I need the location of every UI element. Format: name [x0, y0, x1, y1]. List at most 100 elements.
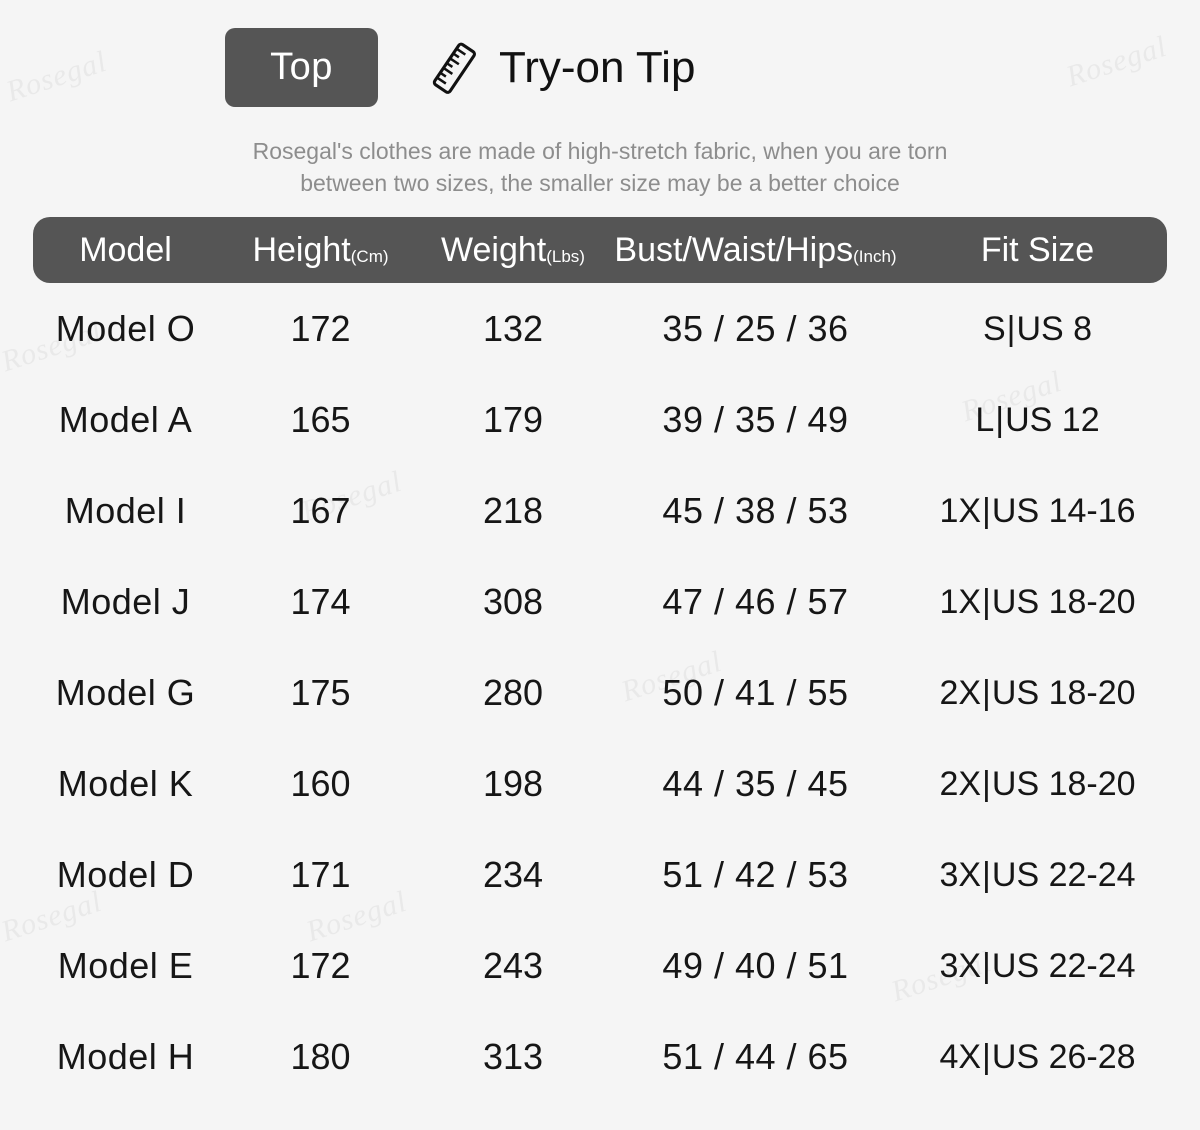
table-column-header-4: Fit Size: [908, 233, 1167, 267]
fit-size-us: US 26-28: [991, 1037, 1136, 1076]
cell-fit-size: L|US 12: [908, 403, 1167, 437]
fit-size-us: US 18-20: [991, 673, 1136, 712]
cell-model: Model D: [56, 853, 195, 895]
fit-size-letter: 3X: [939, 855, 982, 894]
table-row: Model J 174 308 47 / 46 / 57 1X|US 18-20: [33, 556, 1167, 647]
table-column-header-0: Model: [33, 233, 218, 267]
fit-size-us: US 18-20: [991, 582, 1136, 621]
cell-model: Model H: [56, 1035, 195, 1077]
column-header-label: Weight: [441, 231, 547, 269]
table-header-row: Model Height(Cm) Weight(Lbs) Bust/Waist/Hip…: [33, 217, 1167, 283]
cell-height: 174: [290, 580, 351, 622]
try-on-tip-group: Try-on Tip: [423, 37, 695, 99]
cell-weight: 243: [482, 944, 544, 986]
cell-weight: 198: [482, 762, 544, 804]
cell-model: Model J: [60, 580, 191, 622]
cell-bust-waist-hips: 49 / 40 / 51: [662, 944, 849, 986]
table-column-header-2: Weight(Lbs): [423, 233, 603, 267]
table-row: Model I 167 218 45 / 38 / 53 1X|US 14-16: [33, 465, 1167, 556]
cell-weight: 179: [482, 398, 544, 440]
cell-height: 160: [290, 762, 351, 804]
fit-size-separator: |: [982, 673, 991, 712]
fit-size-us: US 14-16: [991, 491, 1136, 530]
table-row: Model D 171 234 51 / 42 / 53 3X|US 22-24: [33, 829, 1167, 920]
fit-size-separator: |: [982, 1037, 991, 1076]
cell-height: 172: [290, 307, 351, 349]
fit-size-separator: |: [982, 946, 991, 985]
cell-fit-size: 4X|US 26-28: [908, 1040, 1167, 1074]
fit-size-separator: |: [982, 764, 991, 803]
cell-height: 172: [290, 944, 351, 986]
cell-bust-waist-hips: 51 / 42 / 53: [662, 853, 849, 895]
cell-bust-waist-hips: 35 / 25 / 36: [662, 307, 849, 349]
cell-fit-size: 2X|US 18-20: [908, 676, 1167, 710]
cell-bust-waist-hips: 51 / 44 / 65: [662, 1035, 849, 1077]
column-header-label: Model: [79, 231, 172, 269]
cell-model: Model I: [64, 489, 187, 531]
cell-weight: 313: [482, 1035, 544, 1077]
cell-bust-waist-hips: 39 / 35 / 49: [662, 398, 849, 440]
fit-size-us: US 22-24: [991, 946, 1136, 985]
table-column-header-3: Bust/Waist/Hips(Inch): [603, 233, 908, 267]
cell-model: Model O: [55, 307, 196, 349]
cell-height: 171: [290, 853, 351, 895]
cell-height: 180: [290, 1035, 351, 1077]
cell-fit-size: 3X|US 22-24: [908, 949, 1167, 983]
cell-model: Model A: [58, 398, 193, 440]
ruler-icon: [432, 42, 476, 94]
header-row: Top Try-on Tip: [0, 0, 1200, 135]
cell-bust-waist-hips: 47 / 46 / 57: [662, 580, 849, 622]
column-header-label: Height: [252, 231, 351, 269]
table-column-header-1: Height(Cm): [218, 233, 423, 267]
cell-model: Model G: [55, 671, 196, 713]
cell-bust-waist-hips: 45 / 38 / 53: [662, 489, 849, 531]
table-row: Model K 160 198 44 / 35 / 45 2X|US 18-20: [33, 738, 1167, 829]
column-header-unit: (Lbs): [546, 247, 585, 266]
fit-advice-line-1: Rosegal's clothes are made of high-stret…: [252, 138, 948, 164]
table-row: Model E 172 243 49 / 40 / 51 3X|US 22-24: [33, 920, 1167, 1011]
table-row: Model A 165 179 39 / 35 / 49 L|US 12: [33, 374, 1167, 465]
cell-fit-size: S|US 8: [908, 312, 1167, 346]
fit-size-letter: S: [982, 309, 1006, 348]
size-chart-table: Model Height(Cm) Weight(Lbs) Bust/Waist/Hip…: [33, 217, 1167, 1102]
cell-weight: 132: [482, 307, 544, 349]
fit-size-letter: 2X: [939, 673, 982, 712]
table-row: Model O 172 132 35 / 25 / 36 S|US 8: [33, 283, 1167, 374]
fit-size-letter: 4X: [939, 1037, 982, 1076]
fit-size-us: US 18-20: [991, 764, 1136, 803]
column-header-unit: (Cm): [350, 247, 389, 266]
fit-size-separator: |: [982, 855, 991, 894]
try-on-tip-title: Try-on Tip: [499, 42, 696, 92]
category-badge-top[interactable]: Top: [225, 28, 378, 107]
cell-height: 167: [290, 489, 351, 531]
category-badge-label: Top: [270, 46, 333, 88]
fit-size-separator: |: [982, 582, 991, 621]
fit-advice-line-2: between two sizes, the smaller size may …: [300, 170, 900, 196]
fit-size-us: US 12: [1005, 400, 1100, 439]
fit-size-letter: 2X: [939, 764, 982, 803]
cell-fit-size: 1X|US 14-16: [908, 494, 1167, 528]
cell-weight: 280: [482, 671, 544, 713]
cell-fit-size: 2X|US 18-20: [908, 767, 1167, 801]
cell-weight: 234: [482, 853, 544, 895]
fit-advice-text: Rosegal's clothes are made of high-stret…: [170, 135, 1030, 199]
fit-size-separator: |: [995, 400, 1005, 439]
cell-bust-waist-hips: 50 / 41 / 55: [662, 671, 849, 713]
column-header-label: Bust/Waist/Hips: [614, 231, 854, 269]
cell-bust-waist-hips: 44 / 35 / 45: [662, 762, 849, 804]
cell-height: 165: [290, 398, 351, 440]
fit-size-us: US 8: [1016, 309, 1093, 348]
column-header-unit: (Inch): [853, 247, 897, 266]
column-header-label: Fit Size: [980, 231, 1095, 269]
cell-weight: 308: [482, 580, 544, 622]
fit-size-separator: |: [1006, 309, 1016, 348]
fit-size-letter: 1X: [939, 491, 982, 530]
table-row: Model G 175 280 50 / 41 / 55 2X|US 18-20: [33, 647, 1167, 738]
fit-size-letter: 1X: [939, 582, 982, 621]
cell-fit-size: 1X|US 18-20: [908, 585, 1167, 619]
fit-size-us: US 22-24: [991, 855, 1136, 894]
fit-size-separator: |: [982, 491, 991, 530]
fit-size-letter: L: [975, 400, 995, 439]
cell-fit-size: 3X|US 22-24: [908, 858, 1167, 892]
cell-weight: 218: [482, 489, 544, 531]
